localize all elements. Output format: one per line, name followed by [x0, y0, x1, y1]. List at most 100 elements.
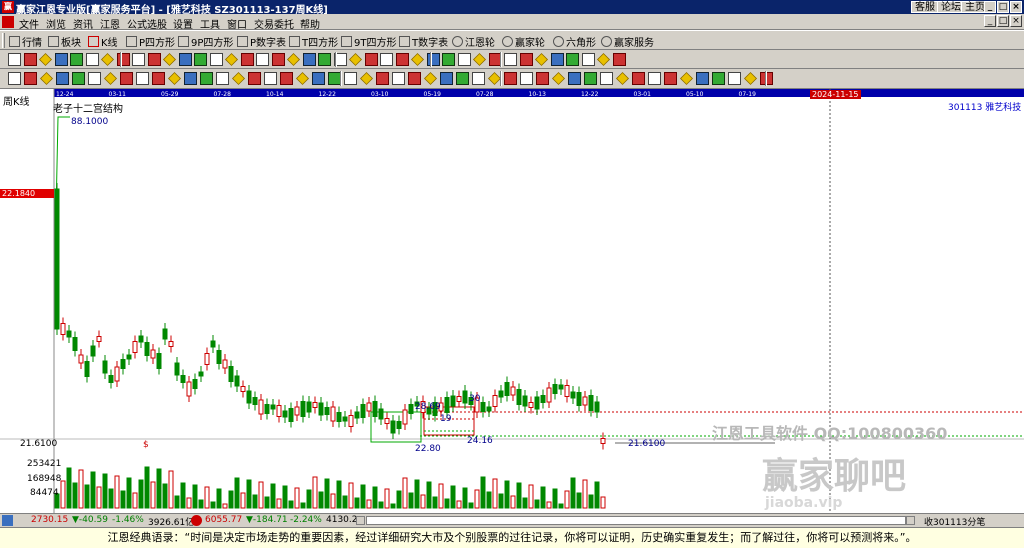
menu-news[interactable]: 资讯	[73, 16, 93, 31]
tb3-tool-icon[interactable]	[200, 72, 213, 85]
tb2-tool-icon[interactable]	[209, 53, 223, 66]
tb3-tool-icon[interactable]	[216, 72, 229, 85]
tb2-tool-icon[interactable]	[23, 53, 37, 66]
tb2-tool-icon[interactable]	[116, 53, 130, 66]
tb3-tool-icon[interactable]	[456, 72, 469, 85]
tb3-tool-icon[interactable]	[264, 72, 277, 85]
mdi-restore-button[interactable]: □	[997, 15, 1009, 27]
mdi-minimize-button[interactable]: _	[984, 15, 996, 27]
tb2-tool-icon[interactable]	[550, 53, 564, 66]
tb2-tool-icon[interactable]	[302, 53, 316, 66]
toolbar-grip[interactable]	[2, 33, 5, 48]
tb3-tool-icon[interactable]	[552, 72, 565, 85]
menu-tools[interactable]: 工具	[200, 16, 220, 31]
tb2-tool-icon[interactable]	[70, 53, 83, 66]
menu-formula-screener[interactable]: 公式选股	[127, 16, 167, 31]
tb3-tool-icon[interactable]	[120, 72, 133, 85]
toolbar-quotes-button[interactable]: 行情	[9, 34, 42, 49]
tb2-tool-icon[interactable]	[132, 53, 145, 66]
tb2-tool-icon[interactable]	[318, 53, 331, 66]
document-icon[interactable]	[2, 16, 14, 28]
tb2-tool-icon[interactable]	[163, 53, 176, 66]
tb3-tool-icon[interactable]	[488, 72, 501, 85]
tb3-tool-icon[interactable]	[8, 72, 21, 85]
toolbar-winner-wheel-button[interactable]: 赢家轮	[502, 34, 545, 49]
tb2-tool-icon[interactable]	[566, 53, 579, 66]
index-icon[interactable]	[2, 515, 13, 526]
tb3-tool-icon[interactable]	[600, 72, 613, 85]
tb3-tool-icon[interactable]	[136, 72, 149, 85]
tb2-tool-icon[interactable]	[8, 53, 21, 66]
tb3-tool-icon[interactable]	[680, 72, 693, 85]
mdi-close-button[interactable]: ×	[1010, 15, 1022, 27]
scroll-right-button[interactable]	[906, 516, 915, 525]
service-link[interactable]: 客服	[911, 1, 939, 13]
menu-settings[interactable]: 设置	[173, 16, 193, 31]
tb3-tool-icon[interactable]	[360, 72, 373, 85]
tb2-tool-icon[interactable]	[240, 53, 254, 66]
tb3-tool-icon[interactable]	[424, 72, 437, 85]
menu-window[interactable]: 窗口	[227, 16, 247, 31]
menu-file[interactable]: 文件	[19, 16, 39, 31]
tb3-tool-icon[interactable]	[24, 72, 37, 85]
tb2-tool-icon[interactable]	[349, 53, 362, 66]
toolbar-p-square-button[interactable]: P四方形	[126, 34, 175, 49]
tb2-tool-icon[interactable]	[101, 53, 114, 66]
tb3-tool-icon[interactable]	[568, 72, 581, 85]
tb3-tool-icon[interactable]	[344, 72, 357, 85]
tb3-tool-icon[interactable]	[88, 72, 101, 85]
tb2-tool-icon[interactable]	[39, 53, 52, 66]
tb3-tool-icon[interactable]	[648, 72, 661, 85]
tb3-tool-icon[interactable]	[744, 72, 757, 85]
kline-chart[interactable]: 12-24 03-11 05-29 07-28 10-14 12-22 03-10 05-19…	[0, 89, 1024, 513]
toolbar-9t-square-button[interactable]: 9T四方形	[341, 34, 396, 49]
tb3-tool-icon[interactable]	[104, 72, 117, 85]
tb3-tool-icon[interactable]	[408, 72, 421, 85]
tb3-tool-icon[interactable]	[472, 72, 485, 85]
tb3-tool-icon[interactable]	[168, 72, 181, 85]
tb3-tool-icon[interactable]	[232, 72, 245, 85]
toolbar-gann-wheel-button[interactable]: 江恩轮	[452, 34, 495, 49]
toolbar-sector-button[interactable]: 板块	[48, 34, 81, 49]
tb3-tool-icon[interactable]	[536, 72, 549, 85]
tb3-tool-icon[interactable]	[296, 72, 309, 85]
tb2-tool-icon[interactable]	[256, 53, 269, 66]
tb2-tool-icon[interactable]	[612, 53, 626, 66]
toolbar-p-table-button[interactable]: P数字表	[237, 34, 286, 49]
tb2-tool-icon[interactable]	[473, 53, 486, 66]
menu-trade[interactable]: 交易委托	[254, 16, 294, 31]
tb3-tool-icon[interactable]	[184, 72, 197, 85]
tb3-tool-icon[interactable]	[40, 72, 53, 85]
tb3-tool-icon[interactable]	[712, 72, 725, 85]
tb2-tool-icon[interactable]	[426, 53, 440, 66]
tb3-tool-icon[interactable]	[632, 72, 645, 85]
tb2-tool-icon[interactable]	[364, 53, 378, 66]
tb2-tool-icon[interactable]	[395, 53, 409, 66]
tb2-tool-icon[interactable]	[457, 53, 471, 66]
toolbar-9p-square-button[interactable]: 9P四方形	[178, 34, 233, 49]
tb2-tool-icon[interactable]	[147, 53, 161, 66]
minimize-button[interactable]: _	[984, 1, 996, 13]
scroll-left-button[interactable]	[356, 516, 365, 525]
tb2-tool-icon[interactable]	[178, 53, 192, 66]
tb2-tool-icon[interactable]	[85, 53, 99, 66]
toolbar-winner-service-button[interactable]: 赢家服务	[601, 34, 654, 49]
tb2-tool-icon[interactable]	[287, 53, 300, 66]
toolbar-t-table-button[interactable]: T数字表	[399, 34, 448, 49]
tb3-tool-icon[interactable]	[72, 72, 85, 85]
tb2-tool-icon[interactable]	[519, 53, 533, 66]
tb3-tool-icon[interactable]	[664, 72, 677, 85]
tb3-tool-icon[interactable]	[696, 72, 709, 85]
tb2-tool-icon[interactable]	[380, 53, 393, 66]
maximize-button[interactable]: □	[997, 1, 1009, 13]
tb2-tool-icon[interactable]	[225, 53, 238, 66]
tb2-tool-icon[interactable]	[597, 53, 610, 66]
tb2-tool-icon[interactable]	[504, 53, 517, 66]
tb2-tool-icon[interactable]	[54, 53, 68, 66]
tb3-tool-icon[interactable]	[152, 72, 165, 85]
tb3-tool-icon[interactable]	[504, 72, 517, 85]
tb2-tool-icon[interactable]	[581, 53, 595, 66]
tb3-tool-icon[interactable]	[440, 72, 453, 85]
tb2-tool-icon[interactable]	[442, 53, 455, 66]
tb2-tool-icon[interactable]	[535, 53, 548, 66]
